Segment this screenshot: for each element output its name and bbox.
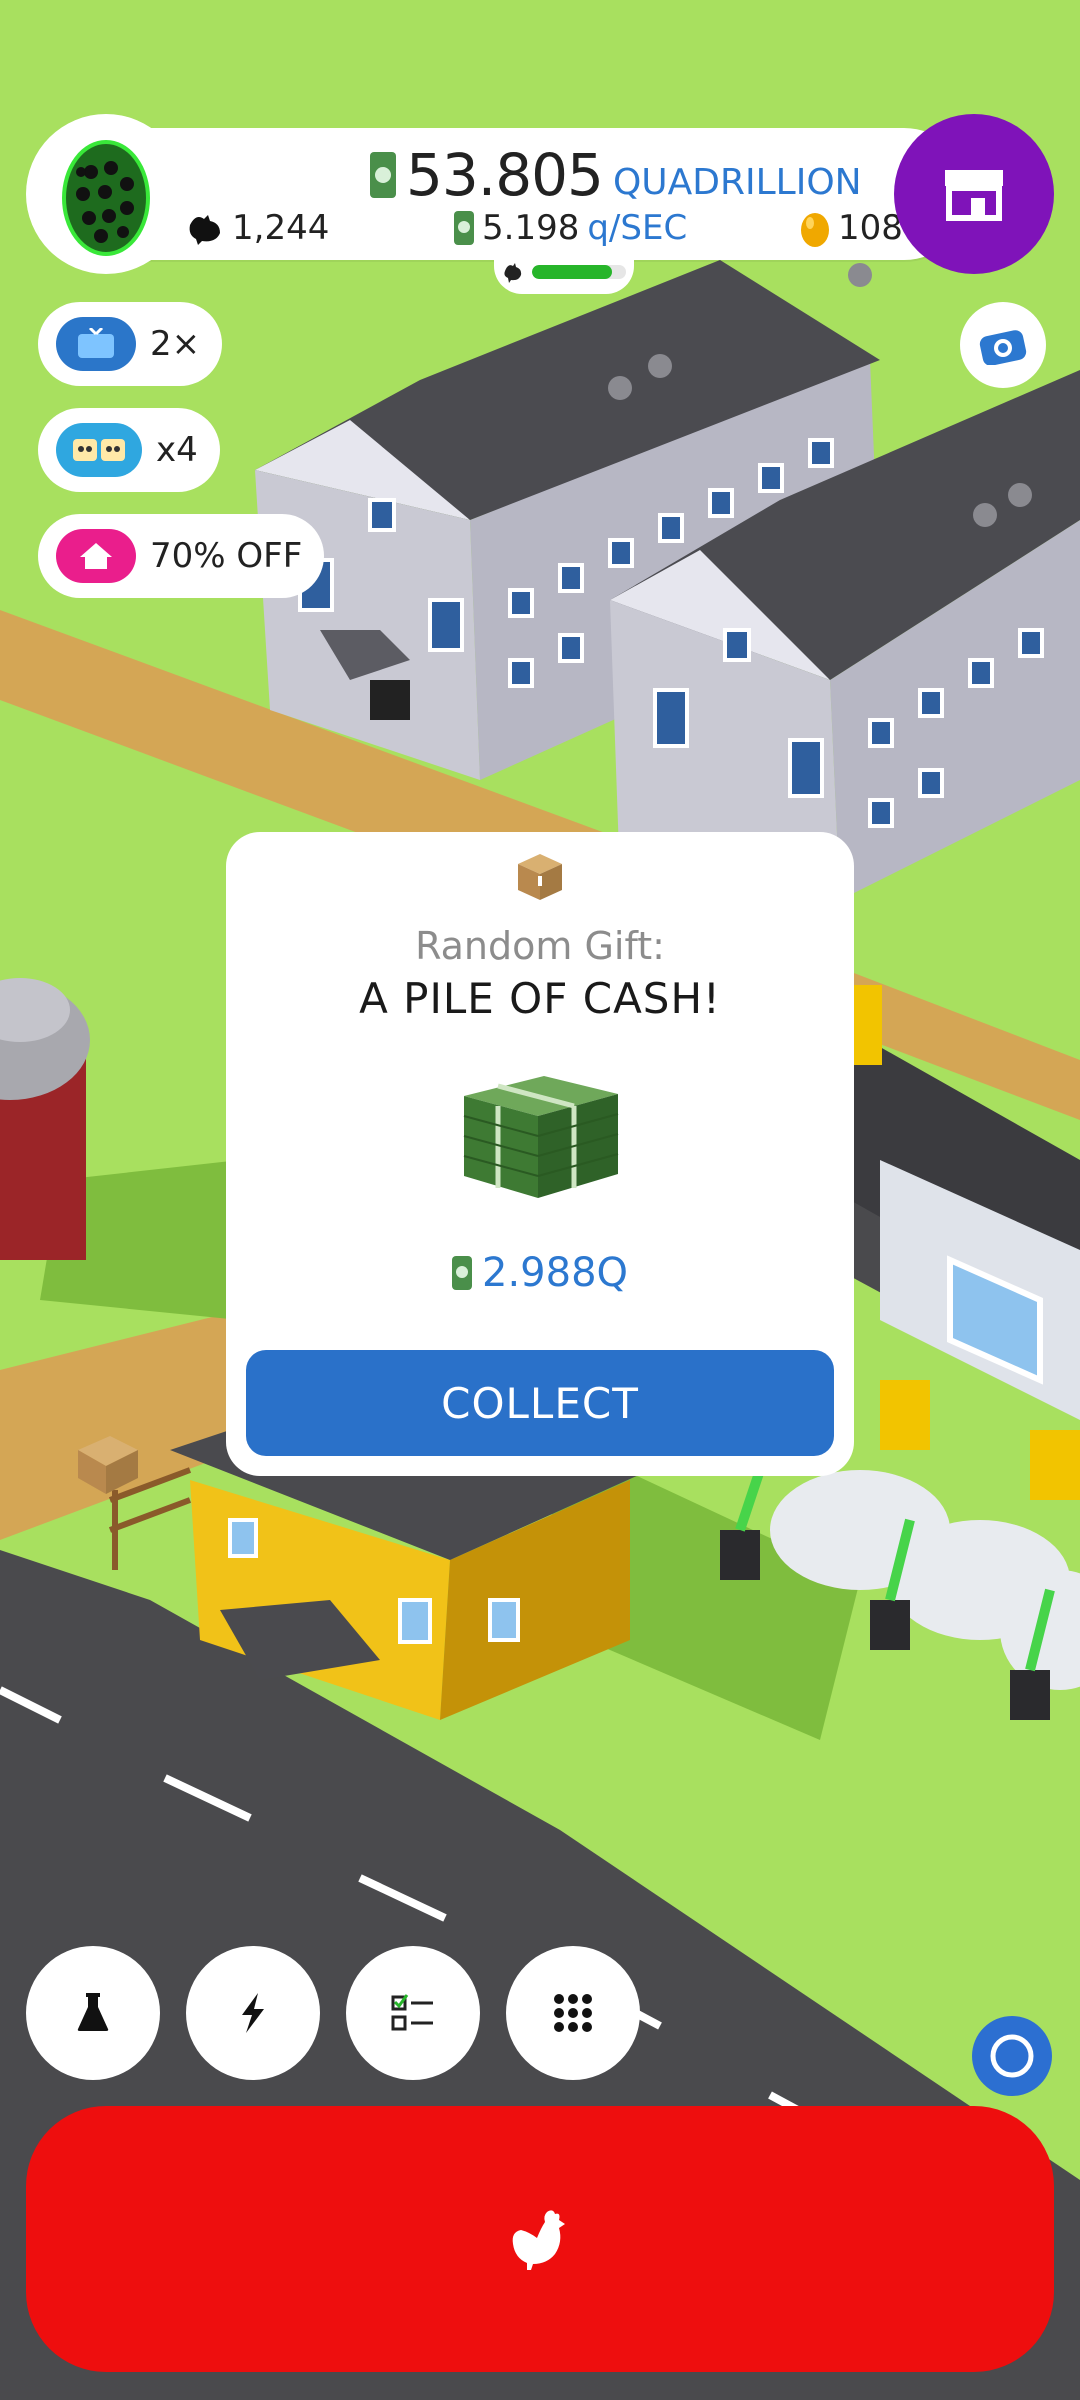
hatch-chicken-button[interactable] [26,2106,1054,2372]
research-button[interactable] [26,1946,160,2080]
cash-icon [454,211,474,245]
chicken-icon [189,215,220,245]
progress-track [532,265,626,279]
ad-boost-pill[interactable]: 2× [38,302,223,386]
random-gift-dialog: Random Gift: A PILE OF CASH! 2.988Q COLL… [226,832,854,1476]
egg-badge[interactable] [26,114,186,274]
collect-button[interactable]: COLLECT [246,1350,834,1456]
house-sale-icon [56,529,136,583]
boost-button[interactable] [186,1946,320,2080]
chicken-icon [512,2210,565,2270]
shop-icon [945,170,1003,221]
hatch-progress [494,250,634,294]
gift-subtitle: Random Gift: [415,924,665,968]
camera-button[interactable] [960,302,1046,388]
cash-pile-icon [463,1076,619,1198]
egg-icon [62,140,150,256]
progress-fill [532,265,612,279]
gift-box-icon [518,854,562,900]
research-flask-icon [77,1993,109,2031]
shop-button[interactable] [894,114,1054,274]
circle-icon [990,2034,1034,2078]
sale-pill[interactable]: 70% OFF [38,514,325,598]
money-value: 53.805 [406,141,604,209]
cash-icon [370,152,396,198]
missions-button[interactable] [346,1946,480,2080]
friends-boost-label: x4 [156,430,198,470]
golden-egg-count: 108 [838,208,903,248]
friends-boost-pill[interactable]: x4 [38,408,220,492]
gift-amount: 2.988Q [226,1250,854,1296]
chicken-count: 1,244 [232,208,330,248]
chicken-counter: 1,244 [186,208,329,248]
income-rate: 5.198 q/SEC [454,208,687,248]
boost-lightning-icon [242,1993,264,2033]
sale-label: 70% OFF [150,536,303,576]
assistive-touch-button[interactable] [972,2016,1052,2096]
money-unit: QUADRILLION [612,161,862,203]
friends-icon [56,423,142,477]
money-display: 53.805 QUADRILLION [370,140,862,210]
camera-icon [979,330,1027,365]
golden-egg-counter: 108 [800,208,903,248]
silo [0,978,90,1260]
rate-unit: q/SEC [587,208,688,248]
rate-value: 5.198 [482,208,580,248]
golden-egg-icon [801,213,829,247]
ad-boost-label: 2× [150,324,201,364]
menu-grid-icon [554,1994,592,2032]
menu-button[interactable] [506,1946,640,2080]
cash-icon [452,1256,472,1290]
missions-checklist-icon [391,1994,433,2031]
gift-amount-value: 2.988Q [482,1250,628,1296]
gift-title: A PILE OF CASH! [359,974,721,1023]
chicken-small-icon [504,263,522,283]
tv-ad-icon [56,317,136,371]
